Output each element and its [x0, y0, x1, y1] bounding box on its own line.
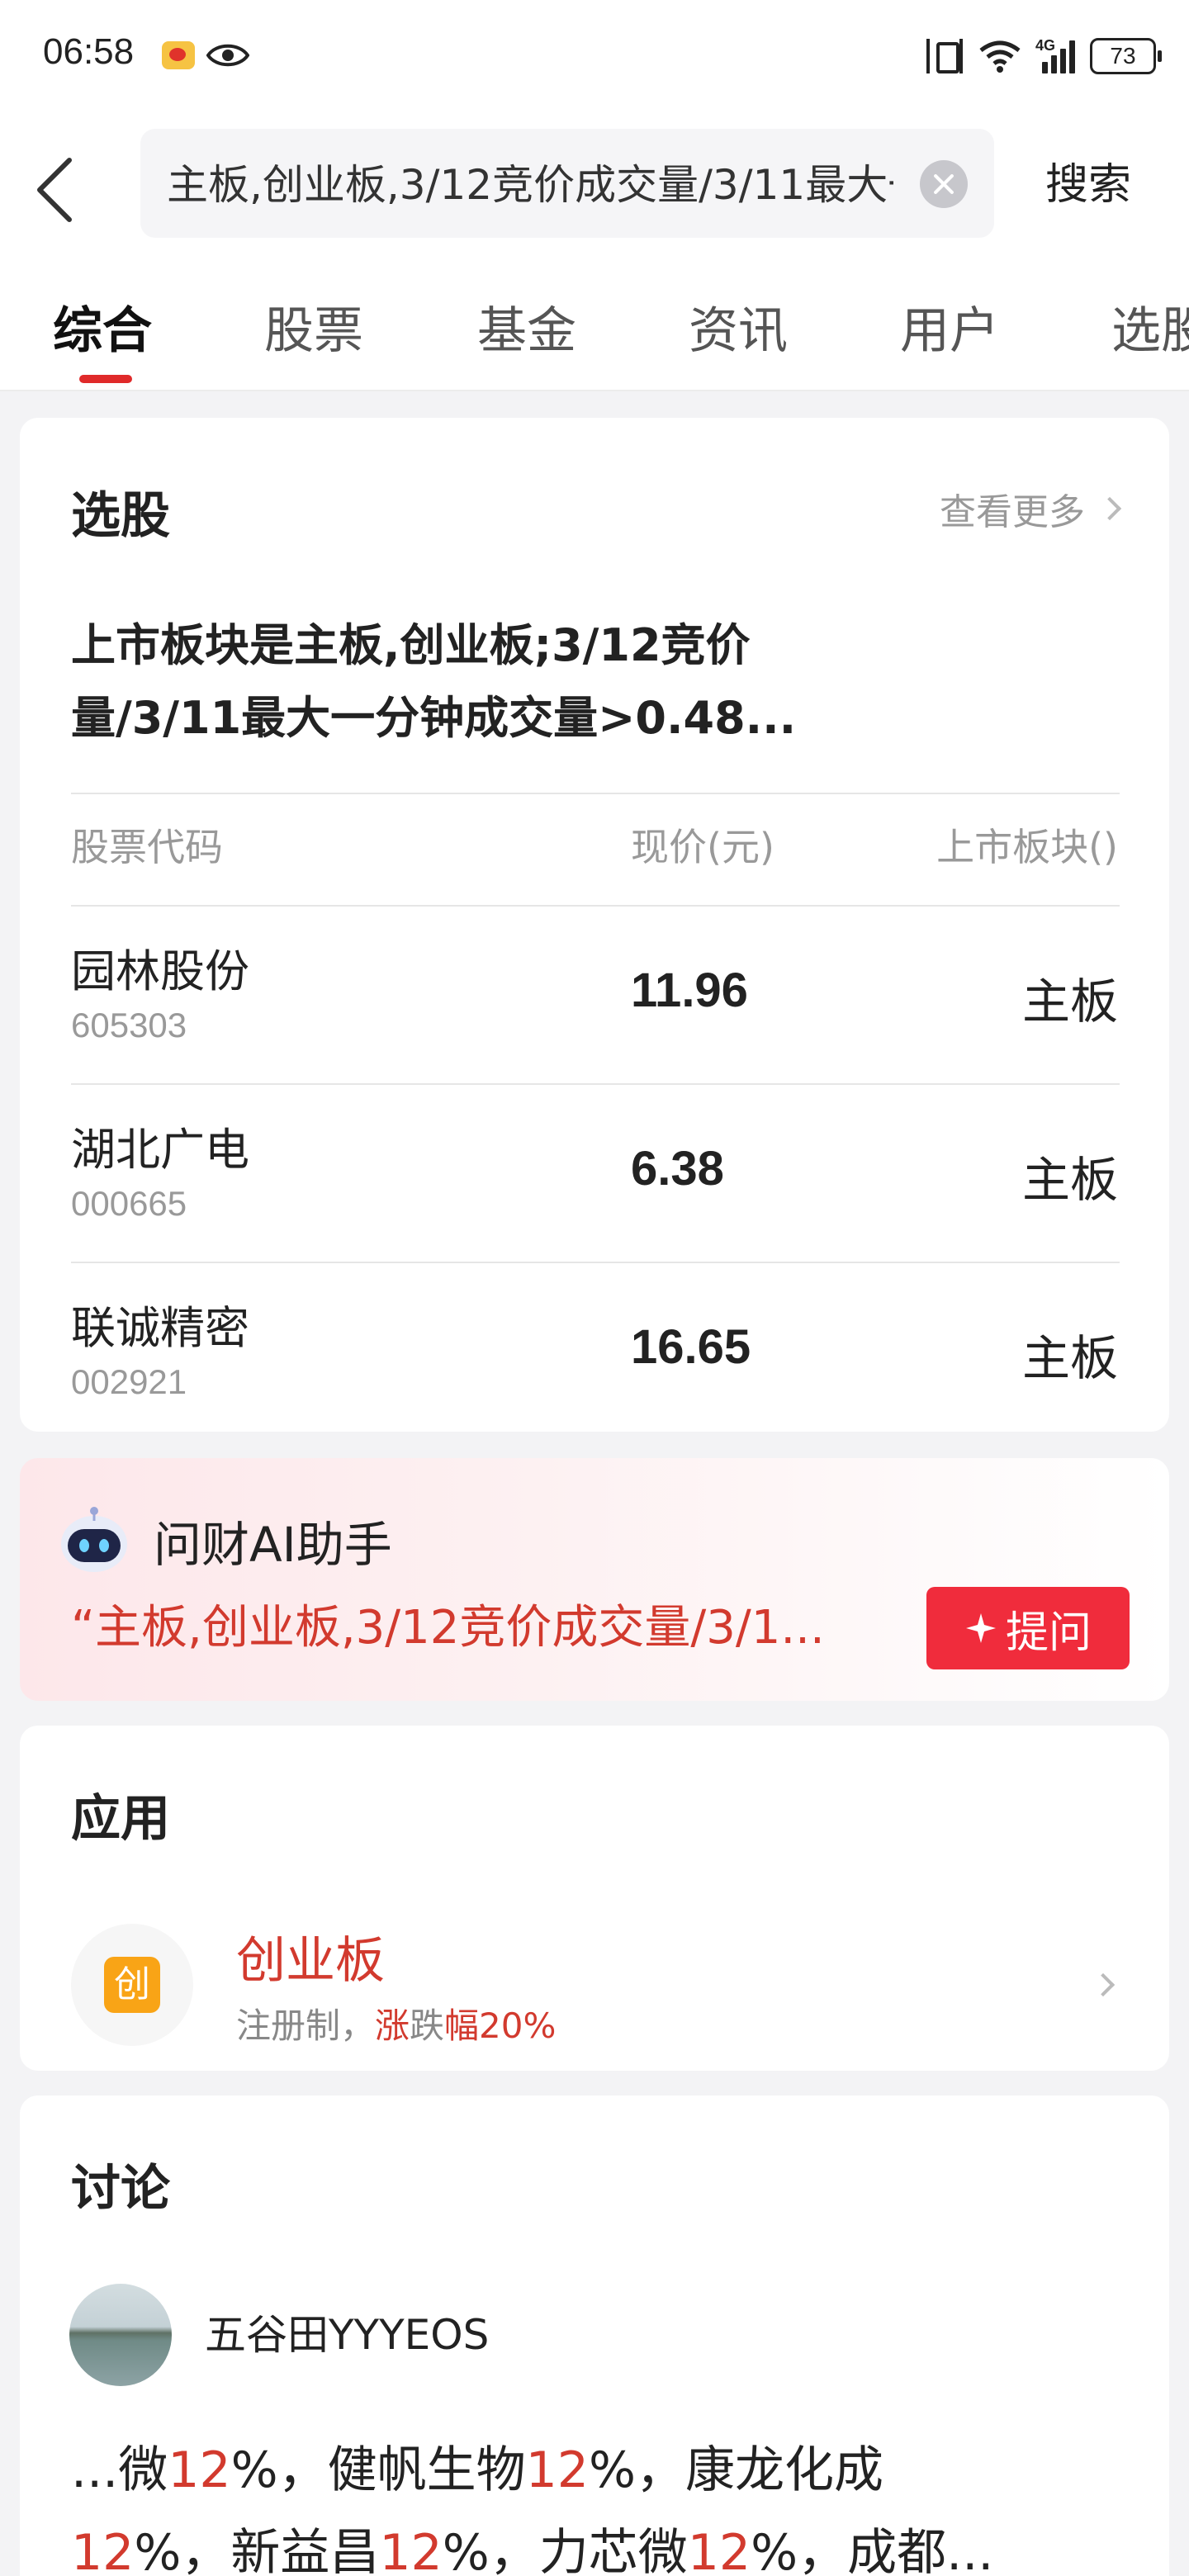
- stock-pick-card: 选股 查看更多 上市板块是主板,创业板;3/12竞价 量/3/11最大一分钟成交…: [20, 418, 1169, 1432]
- percent-highlight: 12: [525, 2441, 589, 2499]
- tab-stock-picker[interactable]: 选股: [1111, 291, 1189, 362]
- column-header-price: 现价(元): [631, 825, 775, 869]
- view-more-label[interactable]: 查看更多: [940, 482, 1085, 535]
- stock-board: 主板: [1021, 1330, 1118, 1386]
- post-text-segment: ...微: [71, 2441, 168, 2499]
- active-tab-indicator: [79, 375, 132, 383]
- robot-icon: [61, 1507, 127, 1572]
- avatar[interactable]: [69, 2284, 172, 2386]
- stock-price: 11.96: [631, 964, 748, 1017]
- query-line-1: 上市板块是主板,创业板;3/12竞价: [71, 619, 751, 671]
- post-text-segment: %，力芯微: [442, 2524, 688, 2576]
- discussion-title: 讨论: [71, 2160, 170, 2218]
- back-arrow-icon[interactable]: [33, 157, 83, 223]
- column-header-code: 股票代码: [71, 825, 223, 869]
- discussion-card: 讨论 五谷田YYYEOS ...微12%，健帆生物12%，康龙化成 12%，新益…: [20, 2095, 1169, 2576]
- tab-stocks[interactable]: 股票: [264, 291, 363, 362]
- clear-icon[interactable]: [920, 160, 968, 208]
- ai-helper-title: 问财AI助手: [154, 1517, 392, 1573]
- app-desc-prefix: 注册制，: [236, 2005, 376, 2046]
- post-text-segment: %，新益昌: [134, 2524, 380, 2576]
- view-more-link[interactable]: 查看更多: [940, 482, 1122, 535]
- tab-comprehensive[interactable]: 综合: [53, 291, 152, 362]
- vibrate-icon: [926, 39, 963, 73]
- post-text-segment: %，健帆生物: [230, 2441, 526, 2499]
- post-line-1: ...微12%，健帆生物12%，康龙化成: [71, 2429, 1136, 2512]
- stock-code: 000665: [71, 1184, 187, 1223]
- sparkle-icon: [965, 1613, 996, 1643]
- app-name: 创业板: [236, 1932, 385, 1990]
- stock-board: 主板: [1021, 973, 1118, 1030]
- stock-name: 园林股份: [71, 945, 249, 997]
- search-query-text[interactable]: 主板,创业板,3/12竞价成交量/3/11最大一分钟成交量>0.48: [167, 160, 893, 210]
- search-input[interactable]: 主板,创业板,3/12竞价成交量/3/11最大一分钟成交量>0.48: [140, 129, 994, 238]
- ai-suggested-query[interactable]: “主板,创业板,3/12竞价成交量/3/1...: [71, 1598, 921, 1658]
- app-desc-highlight: 涨: [375, 2005, 410, 2046]
- post-text-segment: %，康龙化成: [588, 2441, 883, 2499]
- apps-card: 应用 创 创业板 注册制，涨跌幅20%: [20, 1726, 1169, 2071]
- app-icon-wrap: 创: [71, 1924, 193, 2046]
- percent-highlight: 12: [379, 2524, 443, 2576]
- divider: [71, 793, 1120, 794]
- app-desc-highlight: 幅20%: [444, 2005, 557, 2046]
- stock-price: 6.38: [631, 1142, 724, 1196]
- wifi-icon: [979, 40, 1021, 73]
- stock-code: 002921: [71, 1362, 187, 1401]
- battery-indicator: 73: [1090, 38, 1162, 74]
- stock-pick-query[interactable]: 上市板块是主板,创业板;3/12竞价 量/3/11最大一分钟成交量>0.48..…: [71, 609, 897, 755]
- chinext-app-icon: 创: [104, 1957, 160, 2013]
- tab-users[interactable]: 用户: [900, 291, 999, 362]
- tab-funds[interactable]: 基金: [477, 291, 576, 362]
- query-line-2: 量/3/11最大一分钟成交量>0.48...: [71, 692, 797, 744]
- ask-button-label[interactable]: 提问: [1006, 1598, 1092, 1660]
- divider: [71, 905, 1120, 907]
- post-content[interactable]: ...微12%，健帆生物12%，康龙化成 12%，新益昌12%，力芯微12%，成…: [71, 2429, 1136, 2576]
- column-header-board: 上市板块(): [936, 825, 1118, 869]
- search-button[interactable]: 搜索: [1045, 155, 1131, 215]
- app-desc-middle: 跌: [410, 2005, 445, 2046]
- network-type: 4G: [1035, 37, 1056, 54]
- app-description: 注册制，涨跌幅20%: [236, 1998, 556, 2048]
- user-name[interactable]: 五谷田YYYEOS: [205, 2302, 489, 2361]
- cell-signal-icon: 4G: [1035, 37, 1075, 73]
- percent-highlight: 12: [71, 2524, 135, 2576]
- divider: [71, 1262, 1120, 1263]
- stock-name: 联诚精密: [71, 1302, 249, 1354]
- percent-highlight: 12: [687, 2524, 751, 2576]
- status-bar: 06:58 4G 73: [0, 0, 1189, 112]
- post-line-2: 12%，新益昌12%，力芯微12%，成都...: [71, 2512, 1136, 2576]
- stock-price: 16.65: [631, 1320, 751, 1374]
- chevron-right-icon: [1097, 496, 1122, 521]
- ask-button[interactable]: 提问: [926, 1587, 1130, 1669]
- tab-bar: 综合 股票 基金 资讯 用户 选股: [0, 254, 1189, 391]
- post-text-segment: %，成都...: [751, 2524, 994, 2576]
- divider: [71, 1083, 1120, 1085]
- chevron-right-icon: [1091, 1972, 1116, 1997]
- ai-helper-card: 问财AI助手 “主板,创业板,3/12竞价成交量/3/1... 提问: [20, 1458, 1169, 1701]
- stock-pick-title: 选股: [71, 487, 170, 545]
- stock-code: 605303: [71, 1006, 187, 1044]
- tab-news[interactable]: 资讯: [689, 291, 788, 362]
- stock-board: 主板: [1021, 1152, 1118, 1208]
- weibo-icon: [162, 41, 195, 69]
- status-time: 06:58: [43, 31, 135, 72]
- stock-name: 湖北广电: [71, 1124, 249, 1176]
- percent-highlight: 12: [168, 2441, 231, 2499]
- apps-title: 应用: [71, 1790, 170, 1848]
- search-header: 主板,创业板,3/12竞价成交量/3/11最大一分钟成交量>0.48 搜索: [0, 112, 1189, 254]
- eye-icon: [206, 44, 249, 67]
